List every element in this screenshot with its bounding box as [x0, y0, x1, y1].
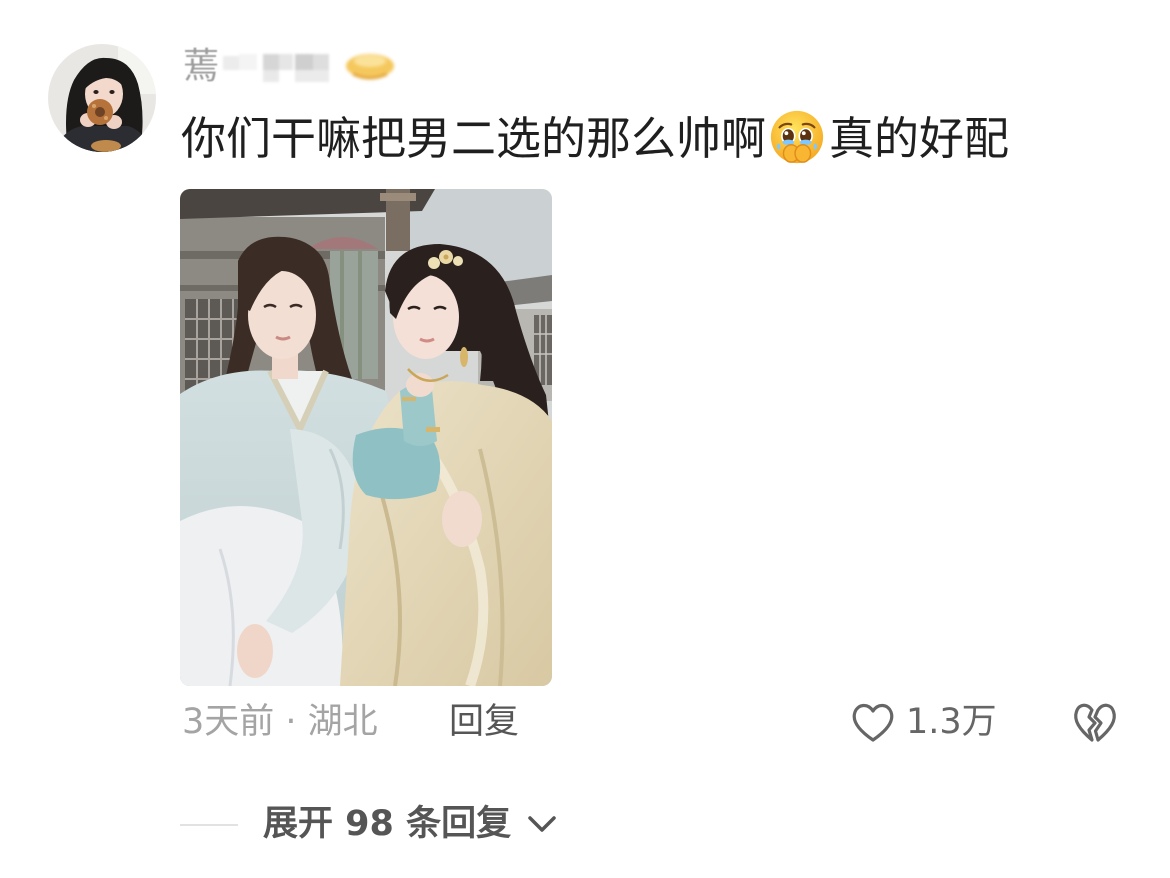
- chevron-down-icon[interactable]: [526, 813, 558, 835]
- blurred-emoji-icon: [346, 54, 395, 80]
- avatar-photo: [48, 44, 156, 152]
- comment-text[interactable]: 你们干嘛把男二选的那么帅啊 真的好配: [181, 106, 1009, 172]
- face-holding-back-tears-emoji: [770, 110, 824, 164]
- reply-button[interactable]: 回复: [449, 699, 519, 745]
- comment-photo[interactable]: [180, 189, 552, 686]
- comment-text-part2: 真的好配: [829, 112, 1010, 165]
- username[interactable]: 蔫: [183, 44, 397, 90]
- expand-replies-button[interactable]: 展开 98 条回复: [263, 801, 511, 847]
- username-text: 蔫: [183, 46, 220, 87]
- broken-heart-icon[interactable]: [1072, 700, 1118, 744]
- like-count: 1.3万: [906, 702, 997, 742]
- photo-image: [180, 189, 552, 686]
- comment-meta: 3天前 · 湖北: [182, 702, 378, 742]
- heart-outline-icon[interactable]: [850, 700, 896, 744]
- user-avatar[interactable]: [48, 44, 156, 152]
- username-mosaic: [223, 54, 330, 82]
- comment-text-part1: 你们干嘛把男二选的那么帅啊: [181, 112, 767, 165]
- expand-divider: [180, 824, 238, 826]
